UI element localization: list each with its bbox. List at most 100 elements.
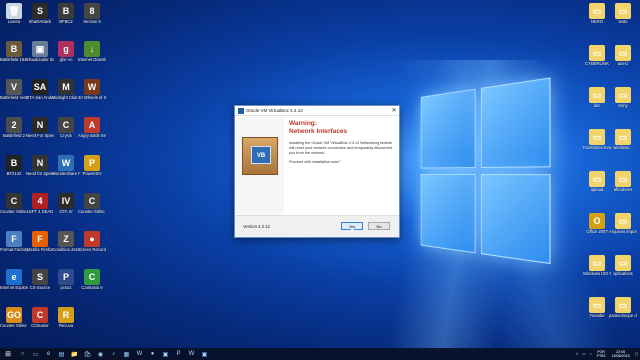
desktop-shortcut[interactable]: ▭ acer1	[609, 45, 637, 66]
volume-icon[interactable]: ♪	[590, 352, 592, 356]
shortcut-icon: Z	[58, 231, 74, 247]
dialog-content: Warning: Network Interfaces Installing t…	[289, 120, 397, 165]
desktop-shortcut[interactable]: ▭ teste	[609, 3, 637, 24]
desktop-shortcut[interactable]: O Office 2007	[583, 213, 611, 234]
desktop-shortcut[interactable]: B BF2142	[0, 155, 28, 176]
desktop-shortcut[interactable]: CCounter Strike 1.6	[0, 193, 28, 214]
taskbar-app-icon[interactable]: ▣	[198, 348, 211, 360]
shortcut-icon: R	[58, 307, 74, 323]
desktop-shortcut[interactable]: AAngry Birds Seasons	[78, 117, 106, 138]
desktop-shortcut[interactable]: g gfxr-vn	[52, 41, 80, 62]
clock[interactable]: 22:05 15/06/2018	[612, 350, 630, 358]
tray-arrow-icon[interactable]: ˄	[576, 352, 578, 356]
desktop-shortcut[interactable]: F Mozilla Firefox	[26, 231, 54, 252]
desktop-shortcut[interactable]: 🗑 Lixeira	[0, 3, 28, 24]
taskbar-app-icon[interactable]: ●	[146, 348, 159, 360]
desktop-shortcut[interactable]: B BFBC2	[52, 3, 80, 24]
desktop-shortcut[interactable]: ▭ Youtube	[583, 297, 611, 318]
desktop-shortcut[interactable]: NNeed for Speed Und...	[26, 155, 54, 176]
desktop-shortcut[interactable]: C CCleaner	[26, 307, 54, 328]
shortcut-icon: SA	[32, 79, 48, 95]
no-button[interactable]: No	[368, 222, 390, 230]
desktop-shortcut[interactable]: CCounter Strike Wallhack	[78, 193, 106, 214]
taskbar-app-icon[interactable]: ♪	[107, 348, 120, 360]
desktop-shortcut[interactable]: S SharkAttack	[26, 3, 54, 24]
desktop-shortcut[interactable]: S CS-Source	[26, 269, 54, 290]
desktop-shortcut[interactable]: M Midnight Club 2	[52, 79, 80, 100]
desktop-shortcut[interactable]: ▭ aplicativos	[609, 255, 637, 276]
taskbar-app-icon[interactable]: ▤	[55, 348, 68, 360]
shortcut-label: Internet Explorer	[0, 285, 28, 290]
desktop-shortcut[interactable]: ▭paraschoque do vectra	[609, 297, 637, 318]
taskbar-app-icon[interactable]: W	[185, 348, 198, 360]
shortcut-label: 10 Wheels of Steel Extre...	[78, 95, 106, 100]
desktop-shortcut[interactable]: Ppcsx2	[52, 269, 80, 290]
desktop-shortcut[interactable]: NNeed For Speed Und...	[26, 117, 54, 138]
desktop-shortcut[interactable]: R Recuva	[52, 307, 80, 328]
shortcut-label: Internet Downlo...	[78, 57, 106, 62]
notification-icon[interactable]: ▢	[635, 352, 638, 356]
shortcut-icon: C	[32, 307, 48, 323]
desktop-shortcut[interactable]: e Internet Explorer	[0, 269, 28, 290]
desktop-shortcut[interactable]: ▭ Sony	[609, 87, 637, 108]
desktop-shortcut[interactable]: Z Condition Zero	[52, 231, 80, 252]
desktop-shortcut[interactable]: ▭ CYBERLINK	[583, 45, 611, 66]
taskbar-app-icon[interactable]: ▣	[159, 348, 172, 360]
shortcut-icon: B	[6, 155, 22, 171]
shortcut-icon: C	[6, 193, 22, 209]
desktop-shortcut[interactable]: C Crysis	[52, 117, 80, 138]
desktop-shortcut[interactable]: ▭ afiradores	[609, 171, 637, 192]
desktop-shortcut[interactable]: GOCounter Strike Glob...	[0, 307, 28, 328]
desktop-shortcut[interactable]: WWondershare Filmora	[52, 155, 80, 176]
taskbar-app-icon[interactable]: ▦	[120, 348, 133, 360]
version-label: Version 4.3.12	[243, 224, 270, 229]
shortcut-icon: P	[84, 155, 100, 171]
taskbar-app-icon[interactable]: 📁	[68, 348, 81, 360]
taskbar-app-icon[interactable]: ▭	[29, 348, 42, 360]
desktop-shortcut[interactable]: ▭Windows ISO Downloader	[583, 255, 611, 276]
shortcut-label: windows...	[613, 145, 633, 150]
taskbar-app-icon[interactable]: e	[42, 348, 55, 360]
desktop-shortcut[interactable]: ●Screen Recorder	[78, 231, 106, 252]
language-indicator[interactable]: POR PTB2	[597, 350, 606, 358]
desktop-shortcut[interactable]: IV GTA IV	[52, 193, 80, 214]
dialog-titlebar[interactable]: Oracle VM VirtualBox 4.3.12 ✕	[235, 106, 399, 116]
desktop-shortcut[interactable]: C Camtasia 9	[78, 269, 106, 290]
shortcut-icon: M	[58, 79, 74, 95]
desktop-shortcut[interactable]: ▭ doc	[583, 87, 611, 108]
shortcut-icon: B	[6, 41, 22, 57]
desktop-shortcut[interactable]: W10 Wheels of Steel Extre...	[78, 79, 106, 100]
shortcut-icon: W	[58, 155, 74, 171]
shortcut-icon: N	[32, 117, 48, 133]
shortcut-label: CCleaner	[31, 323, 49, 328]
taskbar-app-icon[interactable]: 🛍	[81, 348, 94, 360]
desktop-shortcut[interactable]: ▭Fazedores Eval...	[583, 129, 611, 150]
logo-pane	[480, 77, 551, 168]
desktop-shortcut[interactable]: SAGTA San Andreas	[26, 79, 54, 100]
desktop-shortcut[interactable]: ▣Visualizador de fotos	[26, 41, 54, 62]
shortcut-label: Screen Recorder	[78, 247, 106, 252]
taskbar-app-icon[interactable]: P	[172, 348, 185, 360]
shortcut-icon: V	[6, 79, 22, 95]
desktop-shortcut[interactable]: ▭ windows...	[609, 129, 637, 150]
desktop-shortcut[interactable]: ↓Internet Downlo...	[78, 41, 106, 62]
shortcut-icon: P	[58, 269, 74, 285]
shortcut-icon: ▭	[589, 45, 605, 61]
desktop-shortcut[interactable]: VBattlefield Vietnam	[0, 79, 28, 100]
close-icon[interactable]: ✕	[389, 106, 399, 116]
desktop-shortcut[interactable]: P PowerISO	[78, 155, 106, 176]
desktop-shortcut[interactable]: 8 Section 8	[78, 3, 106, 24]
desktop-shortcut[interactable]: 2 Battlefield 2	[0, 117, 28, 138]
taskbar-app-icon[interactable]: W	[133, 348, 146, 360]
taskbar-app-icon[interactable]: ◉	[94, 348, 107, 360]
desktop-shortcut[interactable]: F Format Factory	[0, 231, 28, 252]
desktop-shortcut[interactable]: B Battlefield 1942	[0, 41, 28, 62]
desktop-shortcut[interactable]: 4 LEFT 4 DEAD	[26, 193, 54, 214]
network-icon[interactable]: ▭	[582, 352, 585, 356]
shortcut-label: paraschoque do vectra	[609, 313, 637, 318]
desktop-shortcut[interactable]: ▭Arquivos importantes	[609, 213, 637, 234]
start-button[interactable]: ⊞	[0, 348, 16, 360]
desktop-shortcut[interactable]: ▭ upload	[583, 171, 611, 192]
taskbar-app-icon[interactable]: ○	[16, 348, 29, 360]
desktop-shortcut[interactable]: ▭ NERO	[583, 3, 611, 24]
